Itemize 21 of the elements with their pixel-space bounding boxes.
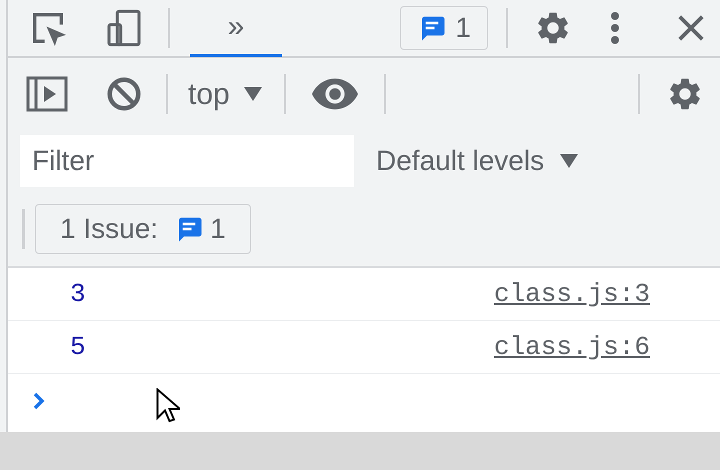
context-dropdown[interactable]: top (188, 72, 262, 116)
issues-count: 1 (455, 11, 471, 45)
source-link[interactable]: class.js:6 (494, 328, 650, 366)
prompt-icon[interactable] (32, 391, 46, 411)
sidebar-icon[interactable] (26, 76, 68, 112)
log-value: 5 (70, 330, 86, 364)
source-link[interactable]: class.js:3 (494, 274, 650, 314)
issues-button[interactable]: 1 Issue: 1 (35, 204, 251, 254)
close-icon[interactable] (676, 13, 706, 43)
issues-badge[interactable]: 1 (400, 6, 488, 50)
log-value: 3 (70, 278, 86, 310)
issue-count: 1 (210, 212, 226, 246)
dropdown-arrow-icon (560, 154, 578, 168)
filter-field[interactable]: Filter (20, 135, 354, 187)
more-tabs-tab[interactable]: » (190, 0, 282, 57)
cursor-icon (156, 388, 180, 424)
dropdown-arrow-icon (244, 87, 262, 101)
more-options-icon[interactable] (610, 11, 620, 45)
log-levels-dropdown[interactable]: Default levels (376, 140, 578, 182)
eye-icon[interactable] (312, 78, 358, 110)
clear-console-icon[interactable] (106, 76, 142, 112)
